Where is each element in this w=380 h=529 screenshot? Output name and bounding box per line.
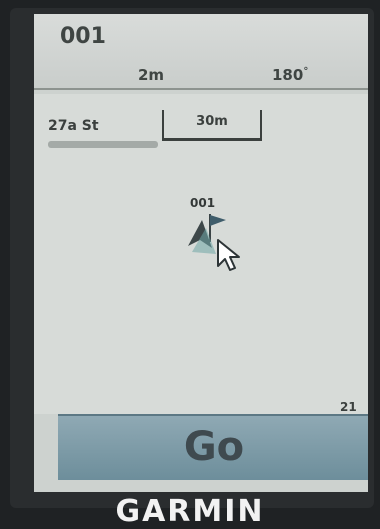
degree-symbol: ° [303,66,309,77]
garmin-logo: GARMIN [115,494,265,529]
map-scale-label: 30m [196,114,228,129]
distance-value: 2m [138,66,165,84]
go-button-label: Go [183,424,245,470]
map-scale-bar: 30m [162,110,262,141]
waypoint-flag-icon [209,214,226,242]
cursor-arrow-icon [217,239,240,271]
bearing-readout: 180° [272,66,308,84]
data-field-panel[interactable]: 001 2m 180° [34,14,368,90]
map-view[interactable]: 27a St 30m 001 21 S [34,94,368,428]
go-button[interactable]: Go [58,414,368,480]
waypoint-map-label: 001 [190,196,216,210]
gps-screen: 001 2m 180° 27a St 30m 001 21 S Go [34,14,368,492]
waypoint-name: 001 [60,24,106,49]
bearing-value: 180 [272,66,304,84]
street-road [48,141,158,148]
street-label: 27a St [48,118,99,134]
waypoint-and-pointer[interactable] [182,212,262,288]
